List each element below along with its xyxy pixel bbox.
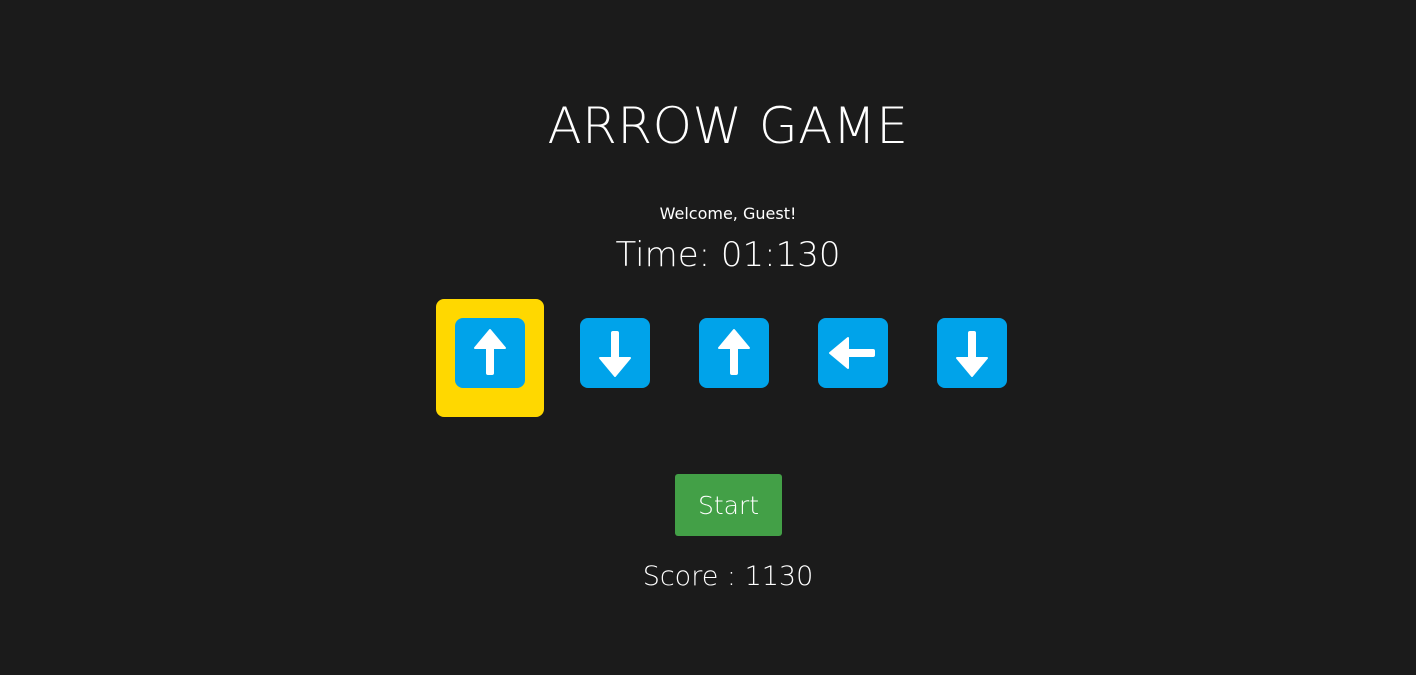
arrow-left-icon <box>829 337 875 369</box>
arrow-tile-up <box>699 318 769 388</box>
arrow-tile-left <box>818 318 888 388</box>
arrow-tile-up <box>455 318 525 388</box>
arrow-sequence <box>0 299 1416 417</box>
arrow-tile-down <box>580 318 650 388</box>
game-page: ARROW GAME Welcome, Guest! Time: 01:130 … <box>0 0 1416 675</box>
arrow-down-icon <box>599 331 631 377</box>
arrow-up-icon <box>474 329 506 375</box>
welcome-message: Welcome, Guest! <box>659 204 797 223</box>
arrow-down-icon <box>956 331 988 377</box>
start-button[interactable]: Start <box>675 474 782 536</box>
timer-display: Time: 01:130 <box>615 235 841 275</box>
score-display: Score : 1130 <box>642 561 814 592</box>
arrow-up-icon <box>718 329 750 375</box>
game-title: ARROW GAME <box>547 97 909 155</box>
arrow-tile-down <box>937 318 1007 388</box>
